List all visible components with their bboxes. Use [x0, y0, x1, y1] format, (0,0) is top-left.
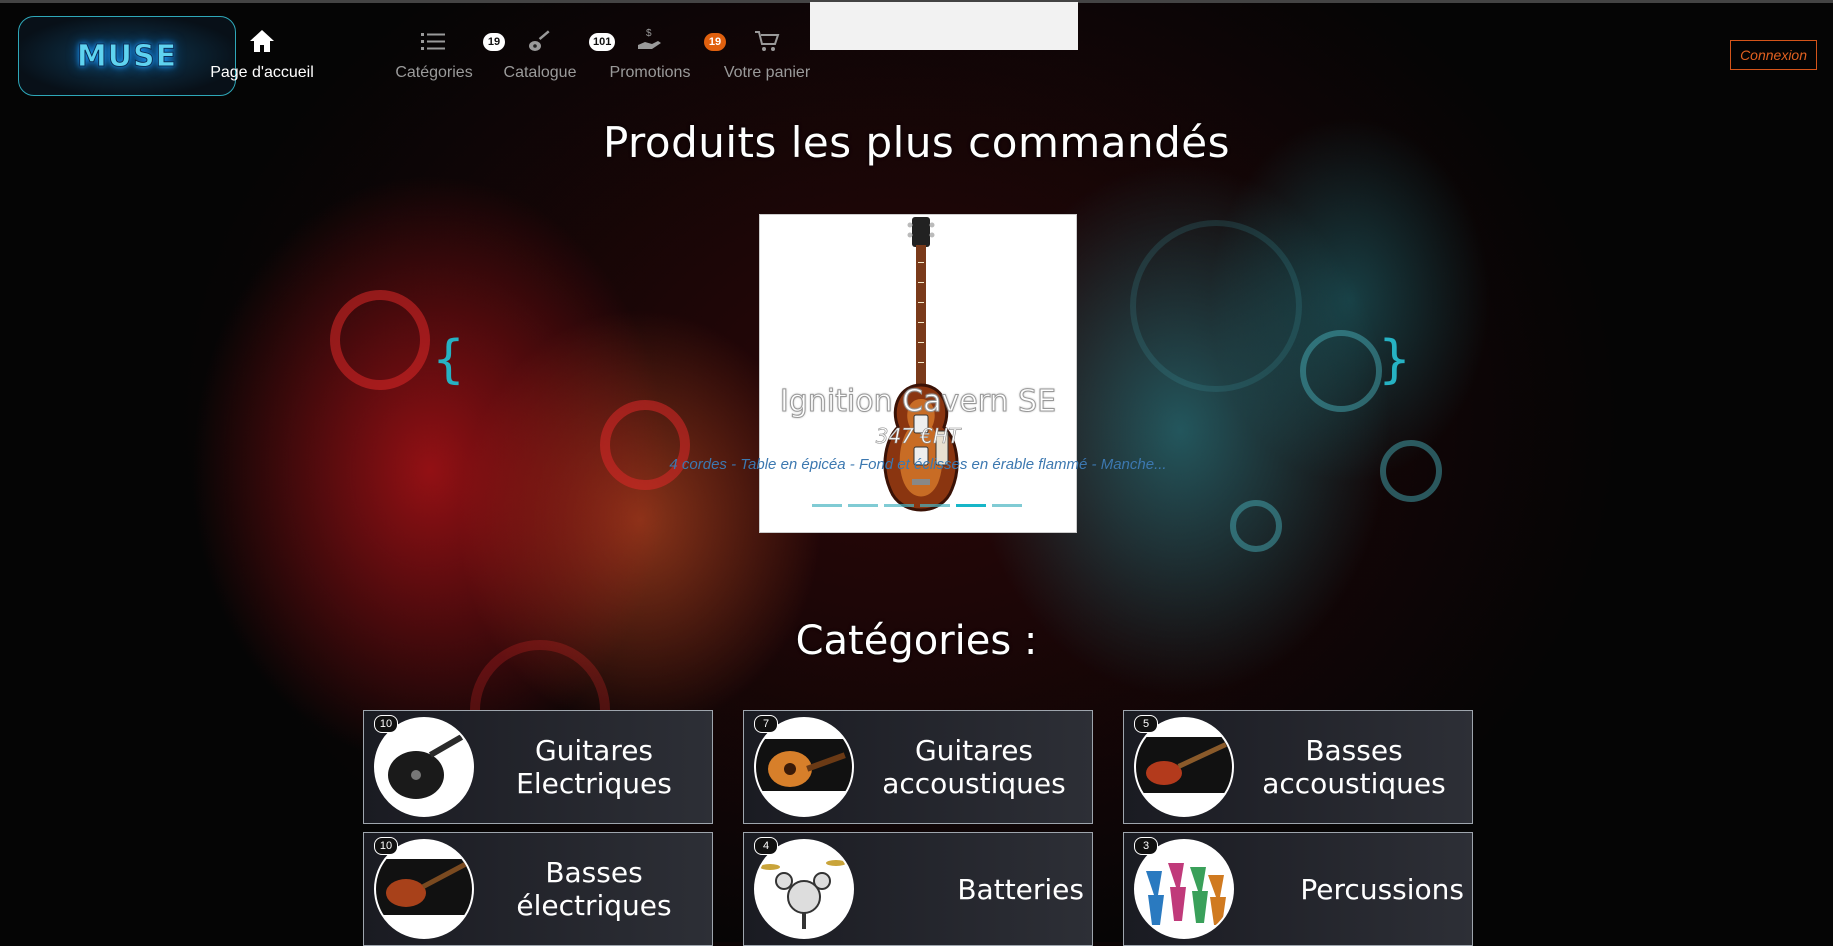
nav-home[interactable]: Page d'accueil — [192, 28, 332, 82]
featured-product-price: 347 €HT — [875, 424, 961, 449]
category-name: Guitares Electriques — [516, 734, 672, 800]
carousel-indicator[interactable] — [884, 504, 914, 507]
category-count: 3 — [1134, 837, 1158, 855]
category-name: Guitares accoustiques — [882, 734, 1066, 800]
product-image — [860, 217, 980, 536]
background-ring — [1300, 330, 1382, 412]
guitar-icon — [527, 29, 553, 58]
featured-product-name[interactable]: Ignition Cavern SE — [759, 384, 1077, 420]
carousel-indicator[interactable] — [848, 504, 878, 507]
carousel-next-button[interactable]: } — [1378, 330, 1411, 390]
nav-catalogue[interactable]: 101 Catalogue — [485, 28, 616, 82]
nav-label: Page d'accueil — [210, 64, 314, 81]
category-card-percussions[interactable]: 3 Percussions — [1123, 832, 1473, 946]
list-icon — [421, 31, 447, 58]
login-button[interactable]: Connexion — [1730, 40, 1817, 70]
notification-toast — [810, 2, 1078, 50]
cart-icon — [754, 29, 780, 58]
carousel-indicator[interactable] — [992, 504, 1022, 507]
home-icon — [249, 29, 275, 58]
category-name: Batteries — [957, 872, 1084, 906]
category-count: 4 — [754, 837, 778, 855]
category-count: 7 — [754, 715, 778, 733]
carousel-indicator[interactable] — [812, 504, 842, 507]
svg-text:$: $ — [646, 28, 652, 39]
category-card-acoustic-guitars[interactable]: 7 Guitares accoustiques — [743, 710, 1093, 824]
background-ring — [600, 400, 690, 490]
background-ring — [1130, 220, 1302, 392]
nav-label: Promotions — [609, 64, 691, 81]
category-name: Basses électriques — [516, 856, 672, 922]
category-name: Percussions — [1300, 872, 1464, 906]
category-card-drums[interactable]: 4 Batteries — [743, 832, 1093, 946]
background-ring — [1380, 440, 1442, 502]
logo-text: MUSE — [76, 38, 178, 74]
nav-label: Votre panier — [723, 64, 811, 81]
category-count: 10 — [374, 837, 398, 855]
category-card-acoustic-basses[interactable]: 5 Basses accoustiques — [1123, 710, 1473, 824]
featured-product-description: 4 cordes - Table en épicéa - Fond et écl… — [669, 456, 1167, 473]
category-card-electric-basses[interactable]: 10 Basses électriques — [363, 832, 713, 946]
nav-promotions[interactable]: $ 19 Promotions — [590, 27, 726, 82]
nav-cart[interactable]: Votre panier — [707, 28, 827, 82]
product-carousel[interactable] — [759, 214, 1077, 533]
carousel-indicators — [812, 504, 1022, 507]
background-ring — [330, 290, 430, 390]
featured-heading: Produits les plus commandés — [602, 118, 1231, 167]
nav-categories[interactable]: 19 Catégories — [374, 28, 505, 82]
category-name: Basses accoustiques — [1262, 734, 1446, 800]
categories-heading: Catégories : — [795, 618, 1038, 664]
carousel-prev-button[interactable]: { — [432, 330, 465, 390]
price-hand-icon: $ — [636, 27, 664, 58]
category-count: 5 — [1134, 715, 1158, 733]
background-ring — [1230, 500, 1282, 552]
carousel-indicator[interactable] — [920, 504, 950, 507]
nav-label: Catégories — [395, 64, 473, 81]
carousel-indicator-active[interactable] — [956, 504, 986, 507]
category-count: 10 — [374, 715, 398, 733]
nav-label: Catalogue — [503, 64, 577, 81]
category-card-electric-guitars[interactable]: 10 Guitares Electriques — [363, 710, 713, 824]
